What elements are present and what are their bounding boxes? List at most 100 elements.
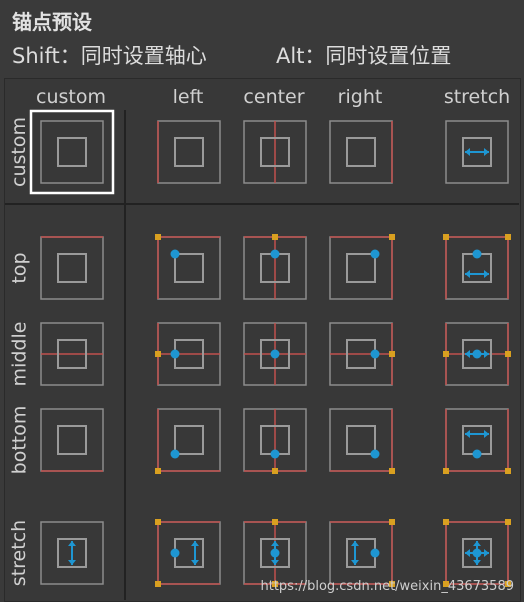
pivot-dot xyxy=(370,548,380,558)
anchor-corner-marker xyxy=(155,468,161,474)
parent-frame xyxy=(40,120,104,184)
anchor-preset-top-right[interactable] xyxy=(321,228,401,308)
anchor-preset-bottom-center[interactable] xyxy=(235,400,315,480)
anchor-preset-top-custom[interactable] xyxy=(32,228,112,308)
anchor-corner-marker xyxy=(155,234,161,240)
anchor-preset-bottom-right[interactable] xyxy=(321,400,401,480)
child-rect xyxy=(346,137,376,167)
anchor-preset-top-center[interactable] xyxy=(235,228,315,308)
child-rect xyxy=(346,425,376,455)
anchor-preset-middle-right[interactable] xyxy=(321,314,401,394)
pivot-dot xyxy=(472,249,482,259)
child-rect xyxy=(174,137,204,167)
anchor-preset-icon xyxy=(329,408,395,474)
anchor-corner-marker xyxy=(443,351,449,357)
pivot-dot xyxy=(270,349,280,359)
anchor-preset-icon xyxy=(329,120,393,184)
arrow-head xyxy=(484,430,489,438)
arrow-head xyxy=(191,541,199,546)
anchor-preset-middle-stretch[interactable] xyxy=(437,314,517,394)
anchor-corner-marker xyxy=(443,468,449,474)
anchor-corner-marker xyxy=(272,468,278,474)
anchor-corner-marker xyxy=(389,351,395,357)
anchor-corner-marker xyxy=(389,468,395,474)
anchor-preset-icon xyxy=(155,234,221,300)
anchor-preset-icon xyxy=(443,408,511,474)
anchor-preset-custom-custom[interactable] xyxy=(29,109,115,195)
parent-frame xyxy=(445,236,509,300)
anchor-preset-custom-right[interactable] xyxy=(321,112,401,192)
anchor-preset-icon xyxy=(243,322,307,386)
anchor-preset-icon xyxy=(155,519,221,587)
anchor-preset-middle-left[interactable] xyxy=(149,314,229,394)
anchor-preset-top-left[interactable] xyxy=(149,228,229,308)
anchor-preset-icon xyxy=(155,408,221,474)
anchor-corner-marker xyxy=(272,519,278,525)
arrow-head xyxy=(465,549,470,557)
parent-frame xyxy=(157,408,221,472)
anchor-preset-icon xyxy=(157,120,221,184)
parent-frame xyxy=(157,521,221,585)
anchor-preset-custom-left[interactable] xyxy=(149,112,229,192)
anchor-preset-bottom-left[interactable] xyxy=(149,400,229,480)
pivot-dot xyxy=(170,548,180,558)
arrow-head xyxy=(271,560,279,565)
anchor-corner-marker xyxy=(505,468,511,474)
parent-frame xyxy=(157,236,221,300)
arrow-head xyxy=(351,560,359,565)
parent-frame xyxy=(40,408,104,472)
pivot-dot xyxy=(170,349,180,359)
arrow-head xyxy=(484,270,489,278)
pivot-dot xyxy=(170,449,180,459)
pivot-dot xyxy=(472,449,482,459)
anchor-corner-marker xyxy=(443,519,449,525)
arrow-head xyxy=(465,148,470,156)
arrow-head xyxy=(68,560,76,565)
anchor-preset-middle-custom[interactable] xyxy=(32,314,112,394)
child-rect xyxy=(57,425,87,455)
anchor-preset-icon xyxy=(243,408,307,474)
anchor-corner-marker xyxy=(505,234,511,240)
arrow-head xyxy=(465,350,470,358)
pivot-dot xyxy=(270,449,280,459)
anchor-preset-icon xyxy=(445,120,509,184)
anchor-preset-bottom-custom[interactable] xyxy=(32,400,112,480)
pivot-dot xyxy=(370,349,380,359)
anchor-preset-icon xyxy=(243,234,307,300)
anchor-corner-marker xyxy=(155,351,161,357)
arrow-head xyxy=(473,560,481,565)
anchor-preset-top-stretch[interactable] xyxy=(437,228,517,308)
anchor-preset-icon xyxy=(243,120,307,184)
pivot-dot xyxy=(170,249,180,259)
anchor-corner-marker xyxy=(505,351,511,357)
anchor-corner-marker xyxy=(505,519,511,525)
parent-frame xyxy=(329,120,393,184)
anchor-preset-icon xyxy=(40,521,104,585)
parent-frame xyxy=(329,521,393,585)
pivot-dot xyxy=(270,249,280,259)
anchor-preset-custom-stretch[interactable] xyxy=(437,112,517,192)
anchor-preset-icon xyxy=(155,322,221,386)
anchor-preset-icon xyxy=(40,408,104,472)
anchor-preset-middle-center[interactable] xyxy=(235,314,315,394)
anchor-corner-marker xyxy=(155,519,161,525)
anchor-preset-custom-center[interactable] xyxy=(235,112,315,192)
parent-frame xyxy=(445,408,509,472)
watermark-text: https://blog.csdn.net/weixin_43673589 xyxy=(260,579,514,594)
anchor-corner-marker xyxy=(389,234,395,240)
anchor-preset-bottom-stretch[interactable] xyxy=(437,400,517,480)
arrow-head xyxy=(484,549,489,557)
arrow-head xyxy=(351,541,359,546)
arrow-head xyxy=(271,541,279,546)
pivot-dot xyxy=(370,449,380,459)
anchor-preset-icon xyxy=(329,234,395,300)
child-rect xyxy=(346,253,376,283)
anchor-preset-icon xyxy=(29,109,115,195)
parent-frame xyxy=(40,236,104,300)
anchor-preset-stretch-left[interactable] xyxy=(149,513,229,593)
anchor-preset-stretch-custom[interactable] xyxy=(32,513,112,593)
selected-highlight xyxy=(29,109,115,195)
pivot-dot xyxy=(472,548,482,558)
parent-frame xyxy=(329,236,393,300)
arrow-head xyxy=(465,430,470,438)
